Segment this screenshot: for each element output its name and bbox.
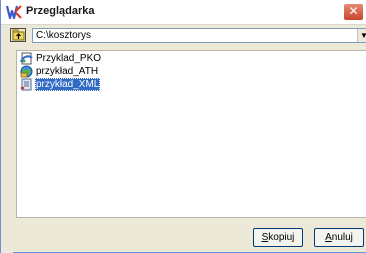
cancel-button-accel: A	[325, 232, 332, 243]
web-document-icon	[20, 52, 33, 65]
copy-button[interactable]: Skopiuj	[253, 228, 303, 247]
close-icon: ✕	[348, 4, 359, 18]
app-logo-icon	[5, 4, 22, 20]
folder-up-button[interactable]	[10, 28, 26, 42]
path-value: C:\kosztorys	[36, 30, 92, 41]
file-name: przykład_XML	[35, 78, 101, 91]
path-combobox[interactable]: C:\kosztorys ▼	[32, 28, 366, 43]
close-button[interactable]: ✕	[343, 3, 364, 21]
folder-up-icon	[12, 29, 25, 41]
file-name: Przyklad_PKO	[36, 53, 102, 64]
file-name: przykład_ATH	[36, 66, 99, 77]
chevron-down-icon[interactable]: ▼	[357, 29, 366, 42]
file-list[interactable]: Przyklad_PKO przykład_ATH przykład_XML	[16, 50, 366, 218]
window-title: Przeglądarka	[26, 5, 95, 17]
web-globe-icon	[20, 65, 33, 78]
copy-button-label: kopiuj	[268, 232, 295, 243]
browser-window: Przeglądarka ✕ C:\kosztorys ▼ Przyklad_P…	[0, 0, 366, 253]
cancel-button[interactable]: Anuluj	[314, 228, 364, 247]
title-bar[interactable]: Przeglądarka ✕	[1, 0, 366, 25]
xml-document-icon	[20, 78, 33, 91]
cancel-button-label: nuluj	[331, 232, 353, 243]
